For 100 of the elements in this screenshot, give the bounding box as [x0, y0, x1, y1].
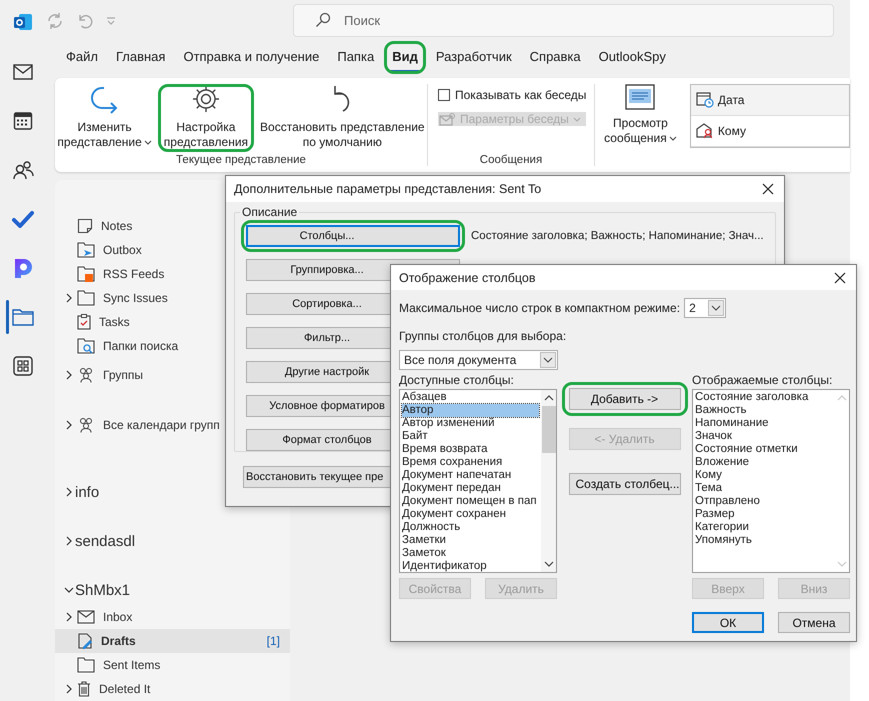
scroll-down-icon[interactable] — [544, 561, 554, 567]
chevron-right-icon[interactable] — [66, 612, 72, 622]
scroll-up-icon[interactable] — [544, 395, 554, 401]
chevron-right-icon[interactable] — [66, 293, 72, 303]
envelope-gear-icon — [438, 112, 456, 126]
ribbon-tab[interactable]: Файл — [62, 43, 102, 72]
list-item[interactable]: Размер — [695, 508, 832, 521]
dialog-button[interactable]: Отмена — [778, 612, 850, 633]
people-icon[interactable] — [12, 160, 34, 180]
list-item[interactable]: Кому — [695, 469, 832, 482]
dialog-button[interactable]: ОК — [692, 612, 764, 633]
ribbon-tab[interactable]: Папка — [333, 43, 378, 72]
dialog-button[interactable]: Создать столбец... — [568, 473, 680, 495]
list-item[interactable]: Документ помещен в пап — [402, 495, 539, 508]
trash-icon — [77, 681, 91, 697]
list-item[interactable]: Категории — [695, 521, 832, 534]
arrangement-option[interactable]: Дата — [690, 85, 849, 116]
chevron-right-icon[interactable] — [66, 487, 72, 497]
list-item[interactable]: Вложение — [695, 456, 832, 469]
mail-icon[interactable] — [13, 64, 33, 80]
search-folder-icon — [77, 338, 95, 354]
folder-item[interactable]: sendasdl — [55, 526, 290, 556]
dropdown-chevron-icon — [572, 116, 581, 122]
list-item[interactable]: Состояние отметки — [695, 443, 832, 456]
column-group-dropdown[interactable]: Все поля документа — [399, 350, 558, 370]
ribbon-tab[interactable]: Отправка и получение — [179, 43, 324, 72]
ribbon-button-label[interactable]: Изменить представление — [57, 120, 152, 150]
scroll-down-icon — [836, 561, 846, 567]
columns-summary: Состояние заголовка; Важность; Напоминание; Знач... — [471, 230, 764, 242]
list-item[interactable]: Идентификатор — [402, 560, 539, 572]
checkbox-label: Показывать как беседы — [455, 88, 586, 102]
list-label: Отображаемые столбцы: — [692, 373, 834, 389]
dropdown-chevron-icon — [668, 136, 677, 142]
ribbon-tab[interactable]: OutlookSpy — [594, 43, 670, 72]
ribbon-tab[interactable]: Главная — [112, 43, 170, 72]
ribbon-button-label[interactable]: Просмотр сообщения — [604, 116, 677, 146]
search-icon — [315, 12, 331, 28]
folder-item[interactable]: Deleted It — [55, 677, 290, 701]
reading-pane-icon — [625, 84, 656, 110]
chevron-right-icon[interactable] — [66, 536, 72, 546]
list-item[interactable]: Отправлено — [695, 495, 832, 508]
list-item[interactable]: Упомянуть — [695, 534, 832, 547]
list-item[interactable]: Важность — [695, 404, 832, 417]
list-item[interactable]: Время сохранения — [402, 456, 539, 469]
checkbox[interactable] — [438, 89, 450, 101]
list-item[interactable]: Автор изменений — [402, 417, 539, 430]
dialog-button[interactable]: Столбцы... — [246, 224, 460, 246]
ribbon-tab[interactable]: Справка — [526, 43, 585, 72]
search-field[interactable]: Поиск — [293, 4, 834, 37]
close-icon[interactable] — [834, 272, 846, 284]
dropdown-chevron-icon — [711, 305, 722, 311]
close-icon[interactable] — [762, 183, 774, 195]
chevron-right-icon[interactable] — [66, 370, 72, 380]
dialog-button[interactable]: Добавить -> — [568, 388, 680, 410]
clipboard-check-icon — [77, 314, 91, 330]
ribbon-tab[interactable]: Вид — [388, 43, 422, 72]
document-pencil-icon — [77, 633, 93, 649]
envelope-icon — [77, 610, 95, 624]
list-item[interactable]: Состояние заголовка — [695, 391, 832, 404]
list-item[interactable]: Тема — [695, 482, 832, 495]
group-title: Текущее представление — [176, 154, 306, 166]
scrollbar-thumb[interactable] — [542, 406, 556, 453]
folder-icon — [77, 290, 95, 306]
chevron-right-icon[interactable] — [66, 684, 72, 694]
list-item[interactable]: Должность — [402, 521, 539, 534]
calendar-clock-icon — [696, 91, 714, 109]
people-icon — [77, 417, 95, 433]
folder-item[interactable]: ShMbx1 — [55, 575, 290, 605]
note-icon — [77, 218, 93, 234]
ribbon-tab[interactable]: Разработчик — [432, 43, 516, 72]
people-icon — [77, 367, 95, 383]
group-title: Сообщения — [480, 154, 542, 166]
list-item[interactable]: Заметки — [402, 534, 539, 547]
list-item[interactable]: Заметок — [402, 547, 539, 560]
folder-icon[interactable] — [12, 308, 34, 326]
dialog-title: Дополнительные параметры представления: Sent To — [234, 182, 542, 196]
group-label: Описание — [240, 205, 300, 219]
folder-item[interactable]: Inbox — [55, 605, 290, 629]
list-item[interactable]: Документ сохранен — [402, 508, 539, 521]
calendar-icon[interactable] — [13, 111, 33, 131]
outlook-logo-icon — [13, 12, 33, 32]
ribbon-button-label[interactable]: Восстановить представление по умолчанию — [260, 120, 425, 150]
loop-icon[interactable] — [13, 257, 33, 279]
folder-item[interactable]: Drafts [1] — [55, 629, 290, 653]
scrollbar[interactable] — [541, 390, 556, 572]
chevron-right-icon[interactable] — [66, 420, 72, 430]
folder-item[interactable]: Sent Items — [55, 653, 290, 677]
rows-dropdown[interactable]: 2 — [684, 298, 726, 318]
unread-count: [1] — [266, 634, 280, 648]
chevron-down-icon[interactable] — [64, 587, 74, 593]
settings-icon — [190, 84, 221, 114]
dropdown-chevron-icon — [543, 357, 553, 363]
checkmark-icon[interactable] — [12, 210, 34, 228]
ribbon-button-label[interactable]: Настройка представления — [164, 120, 248, 150]
list-item[interactable]: Значок — [695, 430, 832, 443]
apps-icon[interactable] — [13, 356, 33, 376]
list-item[interactable]: Автор — [402, 404, 539, 417]
list-item[interactable]: Напоминание — [695, 417, 832, 430]
folder-icon — [77, 657, 95, 673]
arrangement-option[interactable]: Кому — [690, 116, 849, 147]
